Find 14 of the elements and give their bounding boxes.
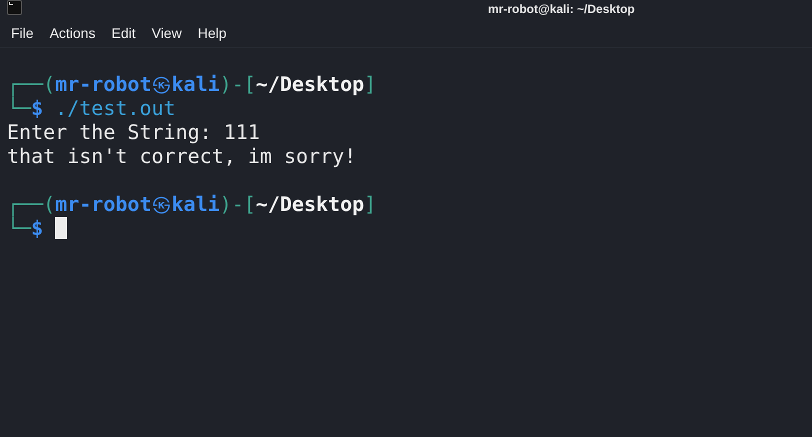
output-line: Enter the String: 111 — [7, 120, 260, 144]
command-line: └─$ — [7, 216, 44, 240]
command-line: └─$ ./test.out — [7, 96, 176, 120]
menu-item[interactable]: View — [152, 23, 182, 44]
prompt-line: ┌──(mr-robot㉿kali)-[~/Desktop] — [7, 192, 376, 216]
menu-item[interactable]: Help — [198, 23, 226, 44]
menu-item[interactable]: Edit — [111, 23, 136, 44]
terminal-app-icon — [7, 0, 22, 14]
terminal-area[interactable]: ┌──(mr-robot㉿kali)-[~/Desktop] └─$ ./test.out Enter the String: 111 that isn't correct, im sorry! ┌──(mr-robot㉿kali)-[~/Desktop] └─$ — [0, 48, 812, 437]
prompt-line: ┌──(mr-robot㉿kali)-[~/Desktop] — [7, 72, 376, 96]
menu-item[interactable]: Actions — [50, 23, 96, 44]
output-line: that isn't correct, im sorry! — [7, 144, 356, 168]
window-title: mr-robot@kali: ~/Desktop — [488, 1, 635, 18]
menu-item[interactable]: File — [11, 23, 34, 44]
